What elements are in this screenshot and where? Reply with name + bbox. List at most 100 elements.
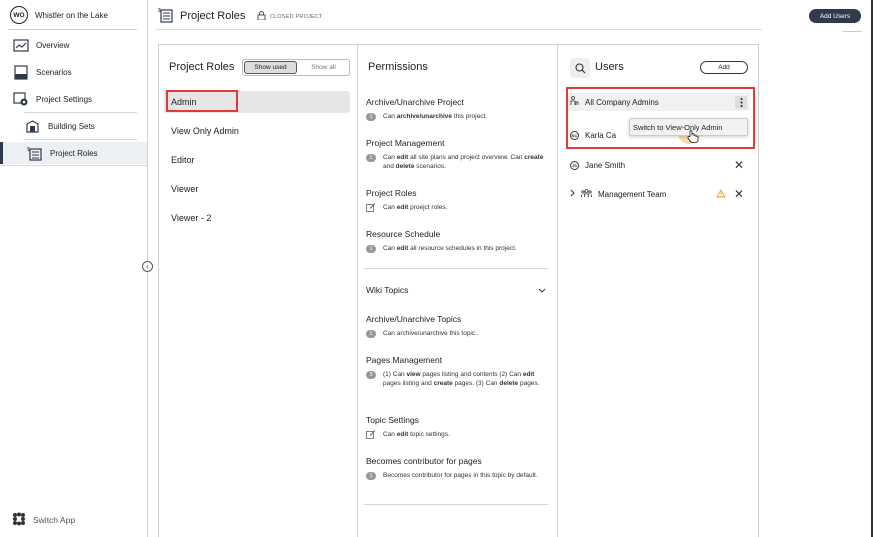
header-divider bbox=[156, 29, 762, 30]
permission-item: Project Management 1 Can edit all site p… bbox=[366, 138, 548, 171]
divider bbox=[843, 31, 862, 32]
sidebar-item-label: Scenarios bbox=[36, 67, 72, 77]
wiki-topics-section-toggle[interactable]: Wiki Topics bbox=[366, 285, 546, 295]
permission-item: Archive/Unarchive Topics 1 Can archive/u… bbox=[366, 314, 548, 338]
show-all-toggle[interactable]: Show all bbox=[298, 60, 349, 75]
permission-heading: Project Roles bbox=[366, 188, 417, 198]
section-divider bbox=[364, 268, 548, 269]
user-name: Jane Smith bbox=[585, 160, 626, 170]
highlight-box bbox=[166, 90, 238, 112]
role-item-editor[interactable]: Editor bbox=[164, 149, 350, 171]
scenarios-icon bbox=[12, 64, 29, 80]
warning-icon bbox=[716, 188, 726, 200]
overview-icon bbox=[12, 38, 29, 53]
role-item-viewer[interactable]: Viewer bbox=[164, 178, 350, 200]
sidebar-item-label: Project Roles bbox=[50, 148, 98, 158]
permission-item: Project Roles Can edit proejct roles. bbox=[366, 188, 548, 212]
search-icon[interactable] bbox=[570, 58, 590, 78]
add-user-button[interactable]: Add bbox=[700, 61, 748, 74]
svg-text:$: $ bbox=[158, 8, 161, 14]
permission-item: Becomes contributor for pages 1 Becomes … bbox=[366, 456, 548, 480]
svg-text:$: $ bbox=[27, 147, 30, 153]
count-badge: 1 bbox=[366, 330, 376, 338]
sidebar-item-project-roles[interactable]: $ Project Roles bbox=[0, 142, 147, 164]
status-badge: CLOSED PROJECT bbox=[257, 11, 323, 22]
page-header: $ Project Roles bbox=[158, 7, 245, 25]
permission-heading: Becomes contributor for pages bbox=[366, 456, 482, 466]
show-used-toggle[interactable]: Show used bbox=[244, 61, 297, 74]
sidebar: WO Whistler on the Lake Overview Scenari… bbox=[0, 0, 148, 537]
building-sets-icon bbox=[24, 119, 41, 134]
permission-heading: Topic Settings bbox=[366, 415, 419, 425]
add-users-button[interactable]: Add Users bbox=[809, 9, 861, 23]
role-item-view-only-admin[interactable]: View Only Admin bbox=[164, 120, 350, 142]
project-name: Whistler on the Lake bbox=[35, 10, 108, 20]
sidebar-item-project-settings[interactable]: Project Settings bbox=[0, 88, 147, 110]
status-text: CLOSED PROJECT bbox=[270, 13, 323, 20]
sub-divider bbox=[24, 139, 137, 140]
count-badge: 3 bbox=[366, 371, 376, 379]
user-row-jane-smith[interactable]: JS Jane Smith ✕ bbox=[570, 156, 746, 174]
sidebar-item-label: Project Settings bbox=[36, 94, 93, 104]
count-badge: 1 bbox=[366, 113, 376, 121]
project-roles-panel: Project Roles Show used Show all Admin V… bbox=[158, 44, 358, 537]
collapse-sidebar-chevron-icon[interactable]: ‹ bbox=[142, 261, 153, 272]
section-divider bbox=[364, 504, 548, 505]
permission-description: (1) Can view pages listing and contents … bbox=[383, 371, 540, 387]
sidebar-item-overview[interactable]: Overview bbox=[0, 34, 147, 56]
permission-item: Resource Schedule 1 Can edit all resourc… bbox=[366, 229, 548, 253]
count-badge: 1 bbox=[366, 245, 376, 253]
permission-description: Can archive/unarchive this topic.. bbox=[383, 330, 479, 337]
lock-icon bbox=[257, 11, 266, 22]
count-badge: 1 bbox=[366, 154, 376, 162]
edit-icon bbox=[366, 203, 376, 212]
user-row-management-team[interactable]: Management Team ✕ bbox=[570, 185, 746, 203]
chevron-right-icon[interactable] bbox=[570, 189, 575, 199]
project-roles-icon: $ bbox=[26, 146, 43, 161]
sidebar-divider bbox=[8, 29, 137, 30]
count-badge: 1 bbox=[366, 472, 376, 480]
remove-user-close-icon[interactable]: ✕ bbox=[734, 187, 744, 201]
project-settings-icon bbox=[12, 91, 29, 107]
sub-divider bbox=[24, 112, 137, 113]
team-icon bbox=[581, 188, 592, 200]
sub-divider bbox=[0, 165, 147, 166]
avatar: JS bbox=[570, 160, 579, 170]
switch-app-label: Switch App bbox=[33, 515, 76, 525]
permission-heading: Archive/Unarchive Topics bbox=[366, 314, 462, 324]
remove-user-close-icon[interactable]: ✕ bbox=[734, 158, 744, 172]
hand-cursor-icon bbox=[687, 130, 699, 145]
chevron-down-icon bbox=[538, 285, 546, 295]
panel-title: Permissions bbox=[368, 61, 428, 73]
permission-description: Can edit all site plans and project over… bbox=[383, 154, 544, 170]
sidebar-item-scenarios[interactable]: Scenarios bbox=[0, 61, 147, 83]
permission-description: Can edit topic settings. bbox=[383, 431, 450, 438]
panel-title: Project Roles bbox=[169, 61, 235, 73]
permission-heading: Archive/Unarchive Project bbox=[366, 97, 464, 107]
permission-heading: Resource Schedule bbox=[366, 229, 441, 239]
permission-item: Pages Management 3 (1) Can view pages li… bbox=[366, 355, 548, 388]
project-avatar: WO bbox=[10, 6, 28, 24]
project-roles-icon: $ bbox=[158, 7, 174, 25]
permission-heading: Project Management bbox=[366, 138, 445, 148]
panel-title: Users bbox=[595, 61, 624, 73]
switch-app-button[interactable]: Switch App bbox=[12, 512, 75, 528]
grid-dots-icon bbox=[12, 512, 26, 528]
edit-icon bbox=[366, 430, 376, 439]
role-filter-toggle: Show used Show all bbox=[242, 59, 350, 76]
role-item-viewer-2[interactable]: Viewer - 2 bbox=[164, 207, 350, 229]
user-name: Management Team bbox=[598, 189, 667, 199]
wiki-topics-title: Wiki Topics bbox=[366, 285, 409, 295]
permission-item: Archive/Unarchive Project 1 Can archive/… bbox=[366, 97, 548, 121]
permissions-panel: Permissions Archive/Unarchive Project 1 … bbox=[358, 44, 558, 537]
permission-heading: Pages Management bbox=[366, 355, 443, 365]
permission-item: Topic Settings Can edit topic settings. bbox=[366, 415, 548, 439]
sidebar-item-label: Overview bbox=[36, 40, 70, 50]
project-selector[interactable]: WO Whistler on the Lake bbox=[10, 5, 108, 25]
permission-description: Can edit all resource schedules in this … bbox=[383, 245, 517, 252]
permission-description: Becomes contributor for pages in this to… bbox=[383, 472, 538, 479]
page-title: Project Roles bbox=[180, 10, 246, 22]
sidebar-item-building-sets[interactable]: Building Sets bbox=[0, 115, 147, 137]
permission-description: Can edit proejct roles. bbox=[383, 204, 448, 211]
sidebar-item-label: Building Sets bbox=[48, 121, 95, 131]
